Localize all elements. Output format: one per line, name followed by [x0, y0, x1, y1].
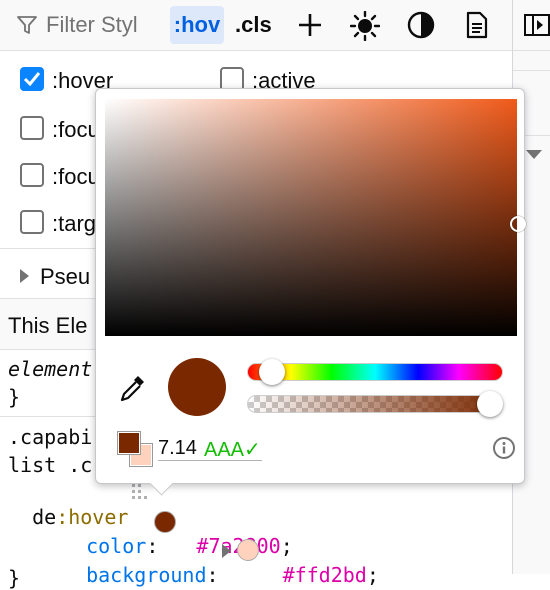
contrast-underline	[158, 460, 262, 461]
rule-selector[interactable]: .capabi	[8, 425, 92, 449]
dark-theme-icon[interactable]	[407, 11, 435, 39]
add-rule-icon[interactable]	[296, 11, 324, 39]
contrast-ratio-value: 7.14	[158, 437, 197, 459]
saturation-value-area[interactable]	[105, 99, 517, 336]
rule-selector[interactable]: list .c	[8, 453, 92, 477]
property-value[interactable]: #ffd2bd	[283, 563, 367, 587]
element-selector: element	[8, 357, 93, 381]
contrast-foreground-swatch	[118, 432, 140, 454]
saturation-handle[interactable]	[510, 216, 526, 232]
selector-text: de	[32, 505, 57, 529]
info-icon[interactable]	[492, 436, 516, 460]
light-theme-icon[interactable]	[350, 11, 380, 41]
color-preview	[168, 358, 226, 416]
property-name[interactable]: background	[86, 563, 206, 587]
filter-icon	[17, 16, 37, 34]
alpha-slider[interactable]	[247, 395, 503, 413]
hue-slider-handle[interactable]	[259, 359, 285, 385]
chevron-right-icon[interactable]	[18, 268, 30, 284]
alpha-slider-handle[interactable]	[477, 391, 503, 417]
rule-close-brace: }	[8, 566, 21, 590]
contrast-grade-badge: AAA✓	[204, 439, 261, 461]
color-swatch[interactable]	[154, 511, 176, 533]
side-divider	[513, 70, 550, 71]
checkmark-icon	[23, 72, 41, 87]
target-checkbox[interactable]	[20, 210, 44, 234]
focus-within-checkbox[interactable]	[20, 163, 44, 187]
pseudo-class-label: :focu	[52, 117, 100, 142]
focus-checkbox[interactable]	[20, 116, 44, 140]
this-element-label: This Ele	[8, 313, 88, 338]
toggle-pseudo-class-button[interactable]: :hov	[170, 6, 224, 44]
hue-slider[interactable]	[247, 363, 503, 381]
pseudo-class-label: :focu	[52, 164, 100, 189]
toggle-classes-button[interactable]: .cls	[235, 12, 272, 38]
pseudo-class-label: :targ	[52, 211, 97, 236]
toggle-sidebar-icon[interactable]	[524, 13, 550, 37]
background-color-swatch[interactable]	[237, 539, 259, 561]
filter-styles-input[interactable]: Filter Styl	[46, 12, 138, 38]
selector-highlighter-icon[interactable]	[130, 482, 150, 502]
print-media-icon[interactable]	[465, 11, 489, 39]
rule-close-brace: }	[8, 385, 21, 409]
chevron-down-icon[interactable]	[525, 148, 543, 160]
expand-shorthand-icon[interactable]	[220, 543, 232, 559]
pseudo-elements-section[interactable]: Pseu	[40, 264, 90, 290]
hover-checkbox[interactable]	[20, 67, 44, 91]
eyedropper-icon[interactable]	[118, 372, 148, 404]
